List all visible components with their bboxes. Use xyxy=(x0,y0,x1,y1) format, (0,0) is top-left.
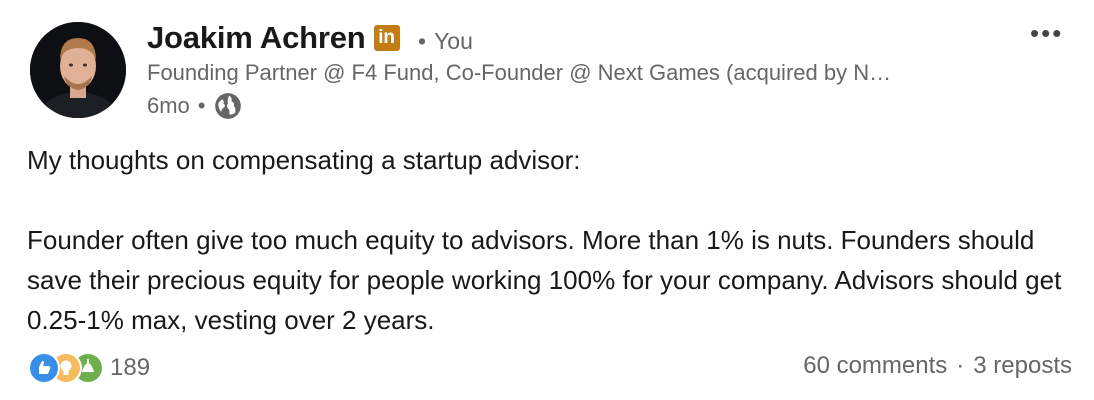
reactions-summary[interactable]: 189 xyxy=(28,352,150,384)
relation-label: • You xyxy=(418,28,473,55)
reaction-count[interactable]: 189 xyxy=(110,354,150,382)
post-paragraph: My thoughts on compensating a startup ad… xyxy=(27,145,581,175)
more-options-icon[interactable]: ••• xyxy=(1030,18,1063,49)
separator-dot: • xyxy=(197,93,206,118)
author-headline: Founding Partner @ F4 Fund, Co-Founder @… xyxy=(147,60,892,85)
post-meta: 6mo • xyxy=(147,92,242,120)
like-icon xyxy=(28,352,60,384)
post-body: My thoughts on compensating a startup ad… xyxy=(27,140,1077,340)
post-paragraph: Founder often give too much equity to ad… xyxy=(27,225,1062,335)
author-name-text[interactable]: Joakim Achren xyxy=(147,20,366,56)
comments-link[interactable]: 60 comments xyxy=(803,352,947,380)
relation-text: You xyxy=(434,28,473,54)
post-age[interactable]: 6mo xyxy=(147,93,190,119)
globe-icon xyxy=(214,93,241,119)
author-name[interactable]: Joakim Achren in xyxy=(147,20,400,56)
reposts-link[interactable]: 3 reposts xyxy=(973,352,1072,380)
linkedin-premium-icon: in xyxy=(373,25,400,51)
separator-dot: • xyxy=(418,28,427,54)
separator-dot: · xyxy=(956,352,965,379)
engagement-stats: 60 comments · 3 reposts xyxy=(803,352,1072,380)
avatar[interactable] xyxy=(30,22,126,118)
